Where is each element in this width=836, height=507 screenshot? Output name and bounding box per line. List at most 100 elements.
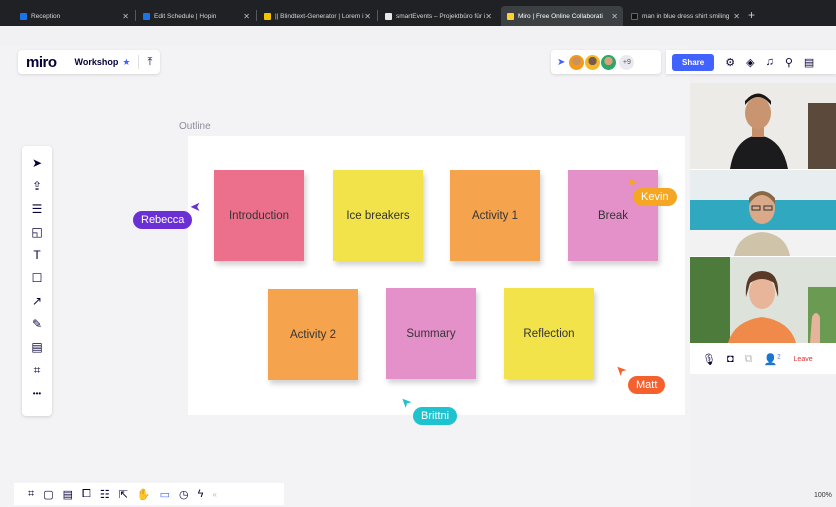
more-tools-icon[interactable]: ••• — [26, 382, 48, 404]
browser-tab[interactable]: smartEvents – Projektbüro für i ✕ — [379, 6, 497, 26]
pen-tool-icon[interactable]: ✎ — [26, 313, 48, 335]
participant-video-image — [690, 170, 836, 256]
video-tile[interactable] — [690, 257, 836, 343]
screenshare-icon[interactable]: ⇱ — [119, 488, 128, 501]
sticky-note-introduction[interactable]: Introduction — [214, 170, 304, 261]
search-icon[interactable]: ⚲ — [785, 56, 793, 69]
notification-bell-icon[interactable]: ♫ — [766, 56, 774, 68]
browser-tab[interactable]: || Blindtext-Generator | Lorem i ✕ — [258, 6, 376, 26]
sticky-note-text: Introduction — [228, 209, 290, 222]
cursor-pointer-icon: ➤ — [190, 199, 201, 214]
camera-icon[interactable]: ◘ — [727, 353, 734, 365]
sticky-note-text: Break — [597, 209, 629, 222]
sticky-note-activity-2[interactable]: Activity 2 — [268, 289, 358, 380]
browser-tab-bar: Reception ✕ Edit Schedule | Hopin ✕ || B… — [0, 0, 836, 26]
frames-icon[interactable]: ⌗ — [28, 488, 34, 501]
sticky-note-tool-icon[interactable]: ◱ — [26, 221, 48, 243]
select-tool-icon[interactable]: ➤ — [26, 152, 48, 174]
sticky-note-reflection[interactable]: Reflection — [504, 288, 594, 379]
export-icon[interactable]: ⤒ — [147, 56, 152, 69]
close-tab-icon[interactable]: ✕ — [243, 12, 250, 21]
comments-icon[interactable]: ▢ — [43, 488, 53, 501]
line-tool-icon[interactable]: ↗ — [26, 290, 48, 312]
tab-title: Miro | Free Online Collaborati — [518, 12, 603, 20]
learn-icon[interactable]: ◈ — [746, 56, 754, 69]
left-toolbar: ➤ ⇪ ☰ ◱ T ☐ ↗ ✎ ▤ ⌗ ••• — [22, 146, 52, 416]
notes-icon[interactable]: ▤ — [804, 56, 814, 69]
upload-tool-icon[interactable]: ⇪ — [26, 175, 48, 197]
sticky-note-summary[interactable]: Summary — [386, 288, 476, 379]
browser-tab[interactable]: Edit Schedule | Hopin ✕ — [137, 6, 255, 26]
miro-logo[interactable]: miro — [26, 54, 57, 71]
participant-badge: 2 — [777, 353, 781, 360]
close-tab-icon[interactable]: ✕ — [364, 12, 371, 21]
frame-label[interactable]: Outline — [179, 121, 211, 132]
timer-icon[interactable]: ◷ — [179, 488, 189, 501]
star-icon[interactable]: ★ — [122, 57, 130, 68]
leave-call-button[interactable]: Leave — [794, 356, 813, 363]
tab-title: Reception — [31, 12, 61, 20]
tab-separator — [377, 10, 378, 21]
frame-tool-icon[interactable]: ⌗ — [26, 359, 48, 381]
close-tab-icon[interactable]: ✕ — [611, 12, 618, 21]
cursor-mode-icon[interactable]: ➤ — [557, 57, 565, 68]
sticky-note-break[interactable]: Break — [568, 170, 658, 261]
board-name[interactable]: Workshop — [75, 57, 119, 67]
browser-tab[interactable]: Reception ✕ — [14, 6, 134, 26]
bottom-apps-bar: ⌗ ▢ ▤ ⧠ ☷ ⇱ ✋ ▭ ◷ ϟ « — [14, 483, 284, 505]
tab-favicon — [143, 12, 150, 20]
microphone-icon[interactable]: 🎙 — [702, 353, 716, 366]
sticky-note-text: Ice breakers — [346, 209, 410, 222]
tab-separator — [135, 10, 136, 21]
close-tab-icon[interactable]: ✕ — [733, 12, 740, 21]
avatar[interactable] — [568, 53, 586, 71]
settings-sliders-icon[interactable]: ⚙ — [725, 56, 735, 69]
tab-favicon — [631, 12, 638, 20]
tab-favicon — [20, 12, 27, 20]
sticky-note-ice-breakers[interactable]: Ice breakers — [333, 170, 423, 261]
participant-video-image — [690, 83, 836, 169]
video-chat-icon[interactable]: ▭ — [160, 488, 170, 501]
zoom-level[interactable]: 100% — [814, 492, 832, 499]
cursor-label-brittni: Brittni — [413, 407, 458, 425]
browser-tab-active[interactable]: Miro | Free Online Collaborati ✕ — [501, 6, 623, 26]
comment-tool-icon[interactable]: ▤ — [26, 336, 48, 358]
tab-title: smartEvents – Projektbüro für i — [396, 12, 486, 20]
cards-icon[interactable]: ⧠ — [82, 488, 91, 501]
close-tab-icon[interactable]: ✕ — [122, 12, 129, 21]
screen-share-icon[interactable]: ⧉ — [745, 353, 753, 366]
tab-title: Edit Schedule | Hopin — [154, 12, 217, 20]
sticky-note-text: Activity 2 — [289, 328, 336, 341]
video-tile[interactable] — [690, 170, 836, 256]
tab-favicon — [264, 12, 271, 20]
templates-tool-icon[interactable]: ☰ — [26, 198, 48, 220]
more-apps-icon[interactable]: ϟ — [198, 488, 204, 500]
new-tab-button[interactable]: + — [748, 8, 755, 22]
video-call-panel — [690, 83, 836, 373]
text-tool-icon[interactable]: T — [26, 244, 48, 266]
tab-title: man in blue dress shirt smiling — [642, 12, 730, 20]
close-tab-icon[interactable]: ✕ — [485, 12, 492, 21]
cursor-label-rebecca: Rebecca — [133, 211, 193, 229]
chat-icon[interactable]: ▤ — [63, 488, 73, 501]
collaborators-bar: ➤ +9 — [551, 50, 661, 74]
sticky-note-text: Summary — [406, 327, 456, 340]
kanban-icon[interactable]: ☷ — [100, 488, 110, 501]
header-divider — [138, 55, 140, 69]
tab-title: || Blindtext-Generator | Lorem i — [275, 12, 364, 20]
avatar[interactable] — [600, 53, 618, 71]
browser-tab[interactable]: man in blue dress shirt smiling ✕ — [625, 6, 745, 26]
shape-tool-icon[interactable]: ☐ — [26, 267, 48, 289]
sticky-note-activity-1[interactable]: Activity 1 — [450, 170, 540, 261]
sticky-note-text: Reflection — [523, 327, 575, 340]
avatar[interactable] — [584, 53, 602, 71]
share-button[interactable]: Share — [672, 53, 715, 71]
collapse-icon[interactable]: « — [212, 490, 216, 499]
collaborator-count-badge[interactable]: +9 — [619, 54, 635, 70]
sticky-note-text: Activity 1 — [471, 209, 518, 222]
participants-icon[interactable]: 👤2 — [763, 353, 780, 366]
video-tile[interactable] — [690, 83, 836, 169]
video-controls-bar: 🎙 ◘ ⧉ 👤2 Leave — [690, 344, 836, 374]
voting-icon[interactable]: ✋ — [137, 488, 151, 501]
tab-favicon — [385, 12, 392, 20]
